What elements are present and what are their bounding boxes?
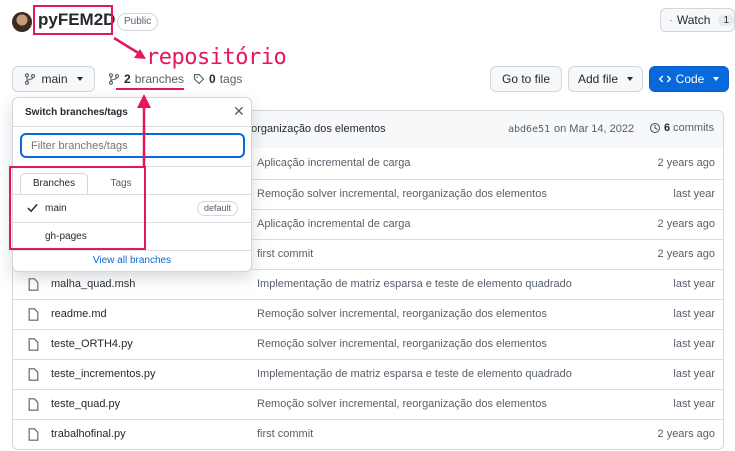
commits-count: 6 — [664, 122, 671, 134]
file-name[interactable]: teste_ORTH4.py — [51, 338, 133, 350]
table-row[interactable]: teste_quad.py Remoção solver incremental,… — [13, 389, 723, 419]
branch-filter-input[interactable] — [20, 133, 245, 158]
current-branch-label: main — [41, 72, 68, 86]
file-name[interactable]: teste_quad.py — [51, 398, 120, 410]
commit-date: on Mar 14, 2022 — [554, 123, 635, 135]
annotation-arrow-up — [137, 94, 151, 168]
commit-message[interactable]: Remoção solver incremental, reorganizaçã… — [257, 398, 547, 410]
branches-label: branches — [134, 72, 185, 86]
commit-age: last year — [673, 188, 715, 200]
popup-divider — [13, 250, 251, 251]
branches-count: 2 — [124, 72, 131, 86]
tag-icon — [193, 73, 205, 85]
commit-age: last year — [673, 368, 715, 380]
annotation-label: repositório — [146, 45, 287, 70]
git-branch-icon — [25, 73, 36, 85]
commit-message[interactable]: Implementação de matriz esparsa e teste … — [257, 278, 572, 290]
table-row[interactable]: teste_incrementos.py Implementação de mat… — [13, 359, 723, 389]
code-button[interactable]: Code — [649, 66, 729, 92]
commit-message[interactable]: Aplicação incremental de carga — [257, 157, 410, 169]
watch-button[interactable]: Watch 1 — [660, 8, 735, 32]
chevron-down-icon — [627, 77, 634, 81]
commits-link[interactable]: 6 commits — [649, 122, 714, 134]
file-icon — [28, 428, 39, 441]
file-icon — [28, 368, 39, 381]
watch-label: Watch — [676, 13, 711, 27]
latest-commit-message[interactable]: eorganização dos elementos — [245, 123, 386, 135]
table-row[interactable]: teste_ORTH4.py Remoção solver incremental… — [13, 329, 723, 359]
visibility-badge: Public — [117, 13, 159, 31]
table-row[interactable]: trabalhofinal.py first commit 2 years ago — [13, 419, 723, 449]
file-icon — [28, 338, 39, 351]
commit-message[interactable]: first commit — [257, 248, 313, 260]
commit-message[interactable]: Implementação de matriz esparsa e teste … — [257, 368, 572, 380]
commit-sha[interactable]: abd6e51 — [508, 124, 550, 135]
owner-avatar[interactable] — [12, 12, 32, 32]
commits-label: commits — [673, 122, 715, 134]
repo-name-highlight — [33, 5, 113, 35]
watch-count: 1 — [718, 14, 734, 26]
branch-list-highlight — [9, 166, 146, 250]
file-icon — [28, 398, 39, 411]
file-icon — [28, 308, 39, 321]
popup-title: Switch branches/tags — [25, 107, 128, 118]
commit-age: last year — [673, 278, 715, 290]
chevron-down-icon — [76, 77, 83, 81]
commit-message[interactable]: first commit — [257, 428, 313, 440]
add-file-button[interactable]: Add file — [568, 66, 643, 92]
add-file-label: Add file — [577, 72, 619, 86]
commit-age: 2 years ago — [657, 157, 715, 169]
close-icon[interactable]: ✕ — [233, 103, 245, 120]
file-name[interactable]: trabalhofinal.py — [51, 428, 126, 440]
branch-select-button[interactable]: main — [12, 66, 95, 92]
commit-message[interactable]: Remoção solver incremental, reorganizaçã… — [257, 308, 547, 320]
git-branch-icon — [108, 73, 120, 85]
commit-age: 2 years ago — [657, 248, 715, 260]
commit-age: last year — [673, 398, 715, 410]
file-name[interactable]: malha_quad.msh — [51, 278, 135, 290]
table-row[interactable]: malha_quad.msh Implementação de matriz es… — [13, 269, 723, 299]
table-row[interactable]: readme.md Remoção solver incremental, reo… — [13, 299, 723, 329]
commit-age: 2 years ago — [657, 428, 715, 440]
file-icon — [28, 278, 39, 291]
commit-age: last year — [673, 308, 715, 320]
commit-message[interactable]: Aplicação incremental de carga — [257, 218, 410, 230]
code-label: Code — [675, 72, 705, 86]
code-icon — [658, 75, 671, 83]
file-name[interactable]: readme.md — [51, 308, 107, 320]
go-to-file-button[interactable]: Go to file — [490, 66, 562, 92]
chevron-down-icon — [713, 77, 720, 81]
commit-age: last year — [673, 338, 715, 350]
annotation-arrow — [113, 36, 146, 59]
file-name[interactable]: teste_incrementos.py — [51, 368, 156, 380]
branches-link[interactable]: 2 branches — [108, 72, 184, 86]
commit-age: 2 years ago — [657, 218, 715, 230]
branches-underline — [116, 88, 184, 90]
commit-message[interactable]: Remoção solver incremental, reorganizaçã… — [257, 338, 547, 350]
popup-divider — [13, 126, 251, 127]
tags-count: 0 — [209, 72, 216, 86]
tags-link[interactable]: 0 tags — [193, 72, 242, 86]
default-badge: default — [197, 201, 239, 216]
history-icon — [649, 122, 661, 134]
eye-icon — [670, 19, 672, 21]
view-all-branches-link[interactable]: View all branches — [13, 255, 251, 266]
tags-label: tags — [219, 72, 243, 86]
commit-message[interactable]: Remoção solver incremental, reorganizaçã… — [257, 188, 547, 200]
